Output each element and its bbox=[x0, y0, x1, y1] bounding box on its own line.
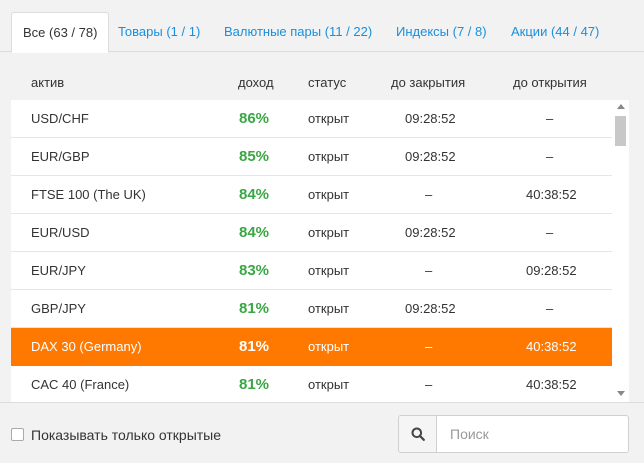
asset-name: EUR/USD bbox=[31, 225, 90, 240]
asset-name: USD/CHF bbox=[31, 111, 89, 126]
time-to-close: 09:28:52 bbox=[405, 301, 456, 316]
scrollbar-thumb[interactable] bbox=[615, 116, 626, 146]
scroll-up-arrow-icon[interactable] bbox=[617, 104, 625, 109]
show-open-only-checkbox[interactable] bbox=[11, 428, 24, 441]
income-value: 85% bbox=[239, 148, 270, 165]
show-open-only-label[interactable]: Показывать только открытые bbox=[31, 427, 221, 443]
table-row[interactable]: FTSE 100 (The UK) 84% открыт – 40:38:52 bbox=[11, 176, 612, 214]
status-value: открыт bbox=[308, 377, 350, 392]
status-value: открыт bbox=[308, 111, 350, 126]
time-to-open: 40:38:52 bbox=[526, 377, 577, 392]
asset-name: DAX 30 (Germany) bbox=[31, 339, 142, 354]
column-header-income[interactable]: доход bbox=[238, 75, 274, 90]
time-to-open: 09:28:52 bbox=[526, 263, 577, 278]
asset-name: EUR/GBP bbox=[31, 149, 90, 164]
table-row[interactable]: EUR/USD 84% открыт 09:28:52 – bbox=[11, 214, 612, 252]
status-value: открыт bbox=[308, 187, 350, 202]
tab-currency-pairs[interactable]: Валютные пары (11 / 22) bbox=[224, 12, 372, 53]
asset-name: FTSE 100 (The UK) bbox=[31, 187, 146, 202]
search-button[interactable] bbox=[398, 415, 437, 453]
status-value: открыт bbox=[308, 225, 350, 240]
time-to-close: 09:28:52 bbox=[405, 111, 456, 126]
income-value: 83% bbox=[239, 262, 270, 279]
tab-commodities[interactable]: Товары (1 / 1) bbox=[118, 12, 200, 53]
time-to-open: 40:38:52 bbox=[526, 187, 577, 202]
status-value: открыт bbox=[308, 149, 350, 164]
time-to-open: – bbox=[546, 111, 554, 126]
tab-stocks[interactable]: Акции (44 / 47) bbox=[511, 12, 599, 53]
column-header-to-open[interactable]: до открытия bbox=[513, 75, 587, 90]
time-to-close: 09:28:52 bbox=[405, 149, 456, 164]
time-to-open: 40:38:52 bbox=[526, 339, 577, 354]
search-icon bbox=[411, 427, 425, 441]
status-value: открыт bbox=[308, 263, 350, 278]
income-value: 81% bbox=[239, 338, 270, 355]
time-to-open: – bbox=[546, 225, 554, 240]
status-value: открыт bbox=[308, 301, 350, 316]
table-row[interactable]: EUR/JPY 83% открыт – 09:28:52 bbox=[11, 252, 612, 290]
table-row[interactable]: EUR/GBP 85% открыт 09:28:52 – bbox=[11, 138, 612, 176]
status-value: открыт bbox=[308, 339, 350, 354]
table-row-selected[interactable]: DAX 30 (Germany) 81% открыт – 40:38:52 bbox=[11, 328, 612, 366]
asset-list[interactable]: USD/CHF 86% открыт 09:28:52 – EUR/GBP 85… bbox=[11, 100, 612, 402]
time-to-close: – bbox=[425, 263, 433, 278]
asset-name: EUR/JPY bbox=[31, 263, 86, 278]
scroll-down-arrow-icon[interactable] bbox=[617, 391, 625, 396]
time-to-open: – bbox=[546, 149, 554, 164]
time-to-open: – bbox=[546, 301, 554, 316]
income-value: 86% bbox=[239, 110, 270, 127]
tab-bar: Все (63 / 78) Товары (1 / 1) Валютные па… bbox=[0, 0, 644, 53]
time-to-close: 09:28:52 bbox=[405, 225, 456, 240]
time-to-close: – bbox=[425, 187, 433, 202]
income-value: 84% bbox=[239, 224, 270, 241]
table-header: актив доход статус до закрытия до открыт… bbox=[0, 52, 644, 100]
income-value: 84% bbox=[239, 186, 270, 203]
vertical-scrollbar[interactable] bbox=[612, 100, 629, 402]
table-row[interactable]: USD/CHF 86% открыт 09:28:52 – bbox=[11, 100, 612, 138]
time-to-close: – bbox=[425, 339, 433, 354]
income-value: 81% bbox=[239, 300, 270, 317]
column-header-to-close[interactable]: до закрытия bbox=[391, 75, 465, 90]
asset-name: GBP/JPY bbox=[31, 301, 86, 316]
table-row[interactable]: CAC 40 (France) 81% открыт – 40:38:52 bbox=[11, 366, 612, 402]
income-value: 81% bbox=[239, 376, 270, 393]
column-header-asset[interactable]: актив bbox=[31, 75, 64, 90]
table-row[interactable]: GBP/JPY 81% открыт 09:28:52 – bbox=[11, 290, 612, 328]
asset-name: CAC 40 (France) bbox=[31, 377, 130, 392]
tab-indices[interactable]: Индексы (7 / 8) bbox=[396, 12, 487, 53]
search-input[interactable] bbox=[437, 415, 629, 453]
time-to-close: – bbox=[425, 377, 433, 392]
tab-all[interactable]: Все (63 / 78) bbox=[11, 12, 110, 53]
column-header-status[interactable]: статус bbox=[308, 75, 346, 90]
